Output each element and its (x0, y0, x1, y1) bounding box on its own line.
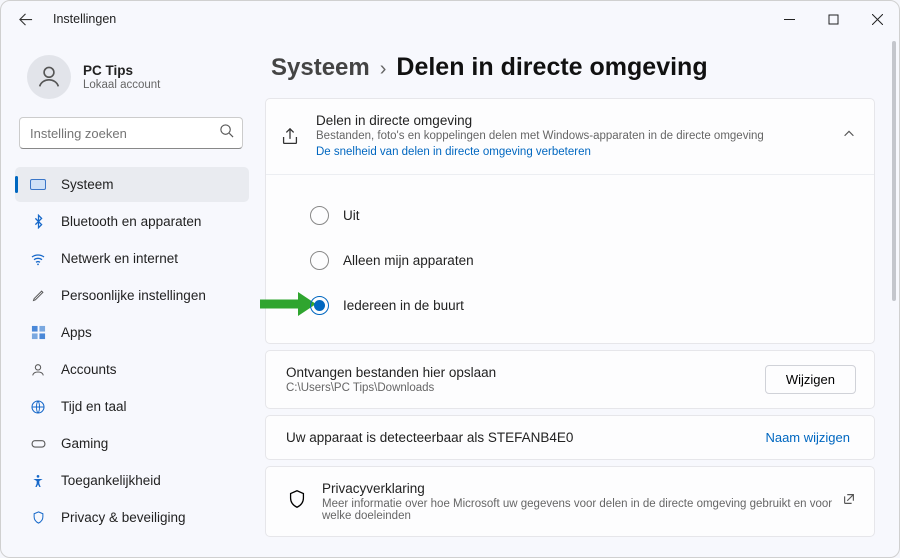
nav-list: Systeem Bluetooth en apparaten Netwerk en … (15, 167, 249, 547)
minimize-button[interactable] (767, 4, 811, 34)
rename-link[interactable]: Naam wijzigen (765, 430, 850, 445)
card-title: Delen in directe omgeving (316, 113, 828, 128)
window-controls (767, 4, 899, 34)
sidebar-item-label: Privacy & beveiliging (61, 510, 186, 525)
apps-icon (29, 324, 47, 342)
settings-window: Instellingen PC Tips Lokaal account (0, 0, 900, 558)
search-input[interactable] (19, 117, 243, 149)
sidebar-item-network[interactable]: Netwerk en internet (15, 241, 249, 276)
external-link-icon (842, 492, 856, 511)
sidebar-item-privacy[interactable]: Privacy & beveiliging (15, 500, 249, 535)
sidebar-item-time[interactable]: Tijd en taal (15, 389, 249, 424)
window-title: Instellingen (53, 12, 116, 26)
system-icon (29, 176, 47, 194)
breadcrumb: Systeem › Delen in directe omgeving (265, 53, 875, 82)
profile-sub: Lokaal account (83, 79, 160, 91)
radio-label: Iedereen in de buurt (343, 298, 464, 313)
network-icon (29, 250, 47, 268)
maximize-icon (828, 14, 839, 25)
accessibility-icon (29, 472, 47, 490)
chevron-up-icon (842, 127, 856, 146)
card-sub: Bestanden, foto's en koppelingen delen m… (316, 130, 828, 142)
page-title: Delen in directe omgeving (396, 53, 707, 82)
save-location-card: Ontvangen bestanden hier opslaan C:\User… (265, 350, 875, 409)
radio-circle-icon (310, 251, 329, 270)
sidebar-item-accessibility[interactable]: Toegankelijkheid (15, 463, 249, 498)
sidebar-item-label: Systeem (61, 177, 114, 192)
bluetooth-icon (29, 213, 47, 231)
sidebar: PC Tips Lokaal account Systeem Bluetooth … (1, 37, 259, 557)
close-icon (872, 14, 883, 25)
close-button[interactable] (855, 4, 899, 34)
avatar (27, 55, 71, 99)
share-icon (278, 125, 302, 149)
sidebar-item-personalize[interactable]: Persoonlijke instellingen (15, 278, 249, 313)
speed-link[interactable]: De snelheid van delen in directe omgevin… (316, 146, 591, 158)
sidebar-item-label: Apps (61, 325, 92, 340)
device-title: Uw apparaat is detecteerbaar als STEFANB… (286, 430, 765, 445)
radio-label: Uit (343, 208, 360, 223)
sidebar-item-gaming[interactable]: Gaming (15, 426, 249, 461)
main-pane: Systeem › Delen in directe omgeving Dele… (259, 37, 899, 557)
sidebar-item-label: Toegankelijkheid (61, 473, 161, 488)
back-button[interactable] (11, 5, 39, 33)
privacy-sub: Meer informatie over hoe Microsoft uw ge… (322, 498, 836, 522)
nearby-sharing-header[interactable]: Delen in directe omgeving Bestanden, fot… (266, 99, 874, 174)
device-name-card: Uw apparaat is detecteerbaar als STEFANB… (265, 415, 875, 460)
person-icon (35, 63, 63, 91)
titlebar: Instellingen (1, 1, 899, 37)
sidebar-item-label: Netwerk en internet (61, 251, 178, 266)
arrow-left-icon (18, 12, 33, 27)
privacy-title: Privacyverklaring (322, 481, 836, 496)
minimize-icon (784, 14, 795, 25)
sidebar-item-bluetooth[interactable]: Bluetooth en apparaten (15, 204, 249, 239)
radio-circle-icon (310, 206, 329, 225)
radio-label: Alleen mijn apparaten (343, 253, 474, 268)
search-icon (219, 123, 234, 143)
breadcrumb-root[interactable]: Systeem (271, 54, 370, 82)
chevron-right-icon: › (380, 58, 387, 81)
radio-everyone[interactable]: Iedereen in de buurt (310, 296, 864, 315)
save-title: Ontvangen bestanden hier opslaan (286, 365, 765, 380)
scrollbar[interactable] (892, 41, 896, 551)
sidebar-item-accounts[interactable]: Accounts (15, 352, 249, 387)
sidebar-item-label: Persoonlijke instellingen (61, 288, 206, 303)
privacy-icon (29, 509, 47, 527)
sidebar-item-label: Tijd en taal (61, 399, 127, 414)
sidebar-item-label: Accounts (61, 362, 117, 377)
change-location-button[interactable]: Wijzigen (765, 365, 856, 394)
profile-name: PC Tips (83, 63, 160, 78)
personalize-icon (29, 287, 47, 305)
radio-circle-icon (310, 296, 329, 315)
privacy-card[interactable]: Privacyverklaring Meer informatie over h… (265, 466, 875, 537)
sidebar-item-label: Gaming (61, 436, 108, 451)
sidebar-item-apps[interactable]: Apps (15, 315, 249, 350)
radio-mine[interactable]: Alleen mijn apparaten (310, 251, 864, 270)
sidebar-item-update[interactable]: Windows Update (15, 537, 249, 547)
sharing-radio-group: Uit Alleen mijn apparaten Iedereen in de b… (266, 174, 874, 343)
scrollbar-thumb[interactable] (892, 41, 896, 301)
save-path: C:\Users\PC Tips\Downloads (286, 382, 765, 394)
accounts-icon (29, 361, 47, 379)
maximize-button[interactable] (811, 4, 855, 34)
time-icon (29, 398, 47, 416)
search-box[interactable] (19, 117, 243, 149)
gaming-icon (29, 435, 47, 453)
radio-off[interactable]: Uit (310, 206, 864, 225)
sidebar-item-label: Bluetooth en apparaten (61, 214, 201, 229)
shield-icon (286, 488, 308, 515)
profile-block[interactable]: PC Tips Lokaal account (15, 41, 249, 117)
sidebar-item-system[interactable]: Systeem (15, 167, 249, 202)
update-icon (29, 546, 47, 548)
nearby-sharing-card: Delen in directe omgeving Bestanden, fot… (265, 98, 875, 344)
